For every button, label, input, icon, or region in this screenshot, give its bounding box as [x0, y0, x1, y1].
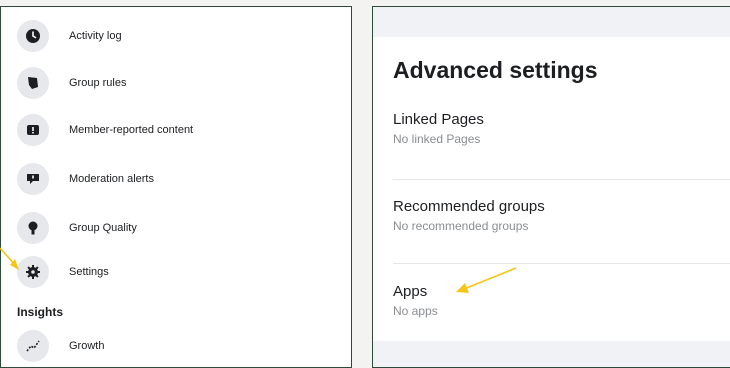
- menu-item-growth[interactable]: Growth: [17, 329, 104, 363]
- insights-heading: Insights: [17, 305, 64, 319]
- alert-icon: [17, 163, 49, 195]
- setting-title: Apps: [393, 283, 428, 300]
- menu-item-label: Moderation alerts: [69, 173, 154, 185]
- menu-item-label: Settings: [69, 266, 109, 278]
- rules-flag-icon: [17, 67, 49, 99]
- menu-item-label: Member-reported content: [69, 124, 194, 136]
- setting-subtitle: No apps: [393, 304, 438, 318]
- menu-item-member-reported-content[interactable]: Member-reported content: [17, 113, 193, 147]
- menu-item-label: Group Quality: [69, 222, 137, 234]
- setting-row-linked-pages[interactable]: Linked Pages No linked Pages: [393, 111, 730, 146]
- bottom-band: [373, 341, 730, 367]
- page-title: Advanced settings: [393, 57, 598, 83]
- menu-item-settings[interactable]: Settings: [17, 255, 109, 289]
- clock-icon: [17, 20, 49, 52]
- top-band: [373, 7, 730, 37]
- quality-icon: [17, 212, 49, 244]
- menu-item-label: Group rules: [69, 77, 127, 89]
- menu-item-label: Activity log: [69, 30, 122, 42]
- menu-item-label: Growth: [69, 340, 105, 352]
- divider: [393, 179, 730, 180]
- setting-subtitle: No linked Pages: [393, 132, 481, 146]
- report-icon: [17, 114, 49, 146]
- group-admin-menu-panel: Activity log Group rules Member-reported…: [0, 6, 352, 368]
- setting-subtitle: No recommended groups: [393, 219, 529, 233]
- setting-row-apps[interactable]: Apps No apps: [393, 283, 730, 318]
- menu-item-group-rules[interactable]: Group rules: [17, 66, 126, 100]
- setting-title: Linked Pages: [393, 111, 484, 128]
- menu-item-activity-log[interactable]: Activity log: [17, 19, 122, 53]
- menu-item-moderation-alerts[interactable]: Moderation alerts: [17, 162, 154, 196]
- menu-item-group-quality[interactable]: Group Quality: [17, 211, 137, 245]
- advanced-settings-panel: Advanced settings Linked Pages No linked…: [372, 6, 730, 368]
- setting-title: Recommended groups: [393, 198, 545, 215]
- divider: [393, 263, 730, 264]
- gear-icon: [17, 256, 49, 288]
- growth-icon: [17, 330, 49, 362]
- setting-row-recommended-groups[interactable]: Recommended groups No recommended groups: [393, 198, 730, 233]
